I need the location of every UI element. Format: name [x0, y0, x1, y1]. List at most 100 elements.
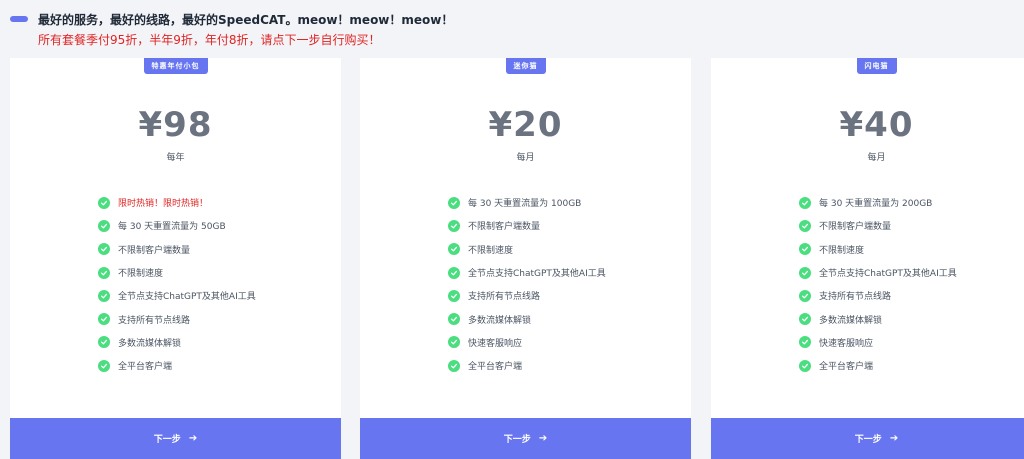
check-circle-icon [448, 243, 460, 256]
check-circle-icon [799, 243, 811, 256]
feature-item: 全平台客户端 [98, 354, 256, 377]
feature-text: 每 30 天重置流量为 50GB [118, 222, 226, 233]
feature-text: 多数流媒体解锁 [468, 315, 532, 326]
check-circle-icon [98, 289, 110, 302]
feature-item: 全节点支持ChatGPT及其他AI工具 [448, 261, 606, 284]
feature-item: 多数流媒体解锁 [98, 331, 256, 354]
check-circle-icon [448, 313, 460, 326]
next-step-label: 下一步 [854, 435, 882, 445]
feature-item: 全节点支持ChatGPT及其他AI工具 [98, 284, 256, 307]
next-step-label: 下一步 [153, 435, 181, 445]
check-circle-icon [799, 336, 811, 349]
check-circle-icon [448, 359, 460, 372]
feature-text: 不限制速度 [468, 245, 514, 256]
feature-item: 每 30 天重置流量为 200GB [799, 191, 957, 214]
feature-item: 支持所有节点线路 [98, 307, 256, 330]
banner-indicator [10, 16, 28, 22]
check-circle-icon [98, 313, 110, 326]
check-circle-icon [448, 289, 460, 302]
feature-item: 快速客服响应 [448, 331, 606, 354]
feature-item: 支持所有节点线路 [799, 284, 957, 307]
feature-text: 不限制客户端数量 [468, 222, 541, 233]
next-step-button[interactable]: 下一步 ➔ [10, 418, 341, 459]
feature-item: 不限制客户端数量 [98, 238, 256, 261]
feature-text: 快速客服响应 [468, 338, 523, 349]
feature-item: 限时热销！限时热销！ [98, 191, 256, 214]
feature-item: 全平台客户端 [448, 354, 606, 377]
feature-text: 不限制客户端数量 [819, 222, 892, 233]
feature-item: 全节点支持ChatGPT及其他AI工具 [799, 261, 957, 284]
feature-text: 每 30 天重置流量为 100GB [468, 199, 582, 210]
feature-text: 全平台客户端 [118, 362, 173, 373]
check-circle-icon [98, 266, 110, 279]
feature-item: 不限制客户端数量 [448, 214, 606, 237]
check-circle-icon [448, 219, 460, 232]
check-circle-icon [98, 219, 110, 232]
feature-text: 全节点支持ChatGPT及其他AI工具 [468, 269, 606, 280]
check-circle-icon [799, 313, 811, 326]
check-circle-icon [799, 359, 811, 372]
plan-badge: 闪电猫 [856, 58, 897, 74]
check-circle-icon [98, 243, 110, 256]
feature-list: 限时热销！限时热销！ 每 30 天重置流量为 50GB 不限制客户端数量 不限制… [98, 191, 256, 377]
check-circle-icon [799, 196, 811, 209]
feature-text: 全平台客户端 [468, 362, 523, 373]
plan-card: 迷你猫 ¥20 每月 每 30 天重置流量为 100GB 不限制客户端数量 不限… [360, 58, 691, 459]
plan-badge: 特惠年付小包 [143, 58, 208, 74]
check-circle-icon [448, 266, 460, 279]
feature-text: 不限制客户端数量 [118, 245, 191, 256]
feature-item: 快速客服响应 [799, 331, 957, 354]
plan-card: 特惠年付小包 ¥98 每年 限时热销！限时热销！ 每 30 天重置流量为 50G… [10, 58, 341, 459]
announcement-banner: 最好的服务，最好的线路，最好的SpeedCAT。meow！meow！meow！ … [0, 0, 1024, 58]
check-circle-icon [98, 336, 110, 349]
feature-text: 多数流媒体解锁 [819, 315, 883, 326]
plan-period: 每月 [516, 153, 535, 163]
feature-item: 每 30 天重置流量为 100GB [448, 191, 606, 214]
feature-item: 不限制速度 [98, 261, 256, 284]
feature-text: 限时热销！限时热销！ [118, 199, 209, 210]
check-circle-icon [799, 266, 811, 279]
plan-period: 每年 [166, 153, 185, 163]
feature-item: 多数流媒体解锁 [448, 307, 606, 330]
arrow-right-icon: ➔ [889, 433, 899, 444]
check-circle-icon [799, 289, 811, 302]
feature-text: 支持所有节点线路 [468, 292, 541, 303]
feature-text: 多数流媒体解锁 [118, 338, 182, 349]
feature-text: 不限制速度 [819, 245, 865, 256]
feature-item: 不限制速度 [448, 238, 606, 261]
plan-period: 每月 [867, 153, 886, 163]
feature-text: 每 30 天重置流量为 200GB [819, 199, 933, 210]
next-step-label: 下一步 [503, 435, 531, 445]
feature-item: 全平台客户端 [799, 354, 957, 377]
feature-list: 每 30 天重置流量为 100GB 不限制客户端数量 不限制速度 全节点支持Ch… [448, 191, 606, 377]
plan-price: ¥98 [138, 105, 213, 145]
next-step-button[interactable]: 下一步 ➔ [711, 418, 1024, 459]
next-step-button[interactable]: 下一步 ➔ [360, 418, 691, 459]
arrow-right-icon: ➔ [188, 433, 198, 444]
banner-title: 最好的服务，最好的线路，最好的SpeedCAT。meow！meow！meow！ [38, 13, 454, 27]
arrow-right-icon: ➔ [538, 433, 548, 444]
feature-item: 不限制客户端数量 [799, 214, 957, 237]
feature-list: 每 30 天重置流量为 200GB 不限制客户端数量 不限制速度 全节点支持Ch… [799, 191, 957, 377]
feature-text: 不限制速度 [118, 269, 164, 280]
feature-item: 多数流媒体解锁 [799, 307, 957, 330]
feature-text: 全节点支持ChatGPT及其他AI工具 [118, 292, 256, 303]
check-circle-icon [448, 196, 460, 209]
feature-text: 全平台客户端 [819, 362, 874, 373]
banner-promo: 所有套餐季付95折，半年9折，年付8折，请点下一步自行购买！ [38, 33, 381, 47]
feature-text: 全节点支持ChatGPT及其他AI工具 [819, 269, 957, 280]
feature-item: 每 30 天重置流量为 50GB [98, 214, 256, 237]
plan-badge: 迷你猫 [505, 58, 546, 74]
check-circle-icon [799, 219, 811, 232]
plan-price: ¥20 [488, 105, 563, 145]
feature-text: 支持所有节点线路 [118, 315, 191, 326]
feature-text: 支持所有节点线路 [819, 292, 892, 303]
check-circle-icon [98, 196, 110, 209]
check-circle-icon [98, 359, 110, 372]
check-circle-icon [448, 336, 460, 349]
feature-item: 不限制速度 [799, 238, 957, 261]
feature-item: 支持所有节点线路 [448, 284, 606, 307]
feature-text: 快速客服响应 [819, 338, 874, 349]
plan-card: 闪电猫 ¥40 每月 每 30 天重置流量为 200GB 不限制客户端数量 不限… [711, 58, 1024, 459]
plan-price: ¥40 [839, 105, 914, 145]
